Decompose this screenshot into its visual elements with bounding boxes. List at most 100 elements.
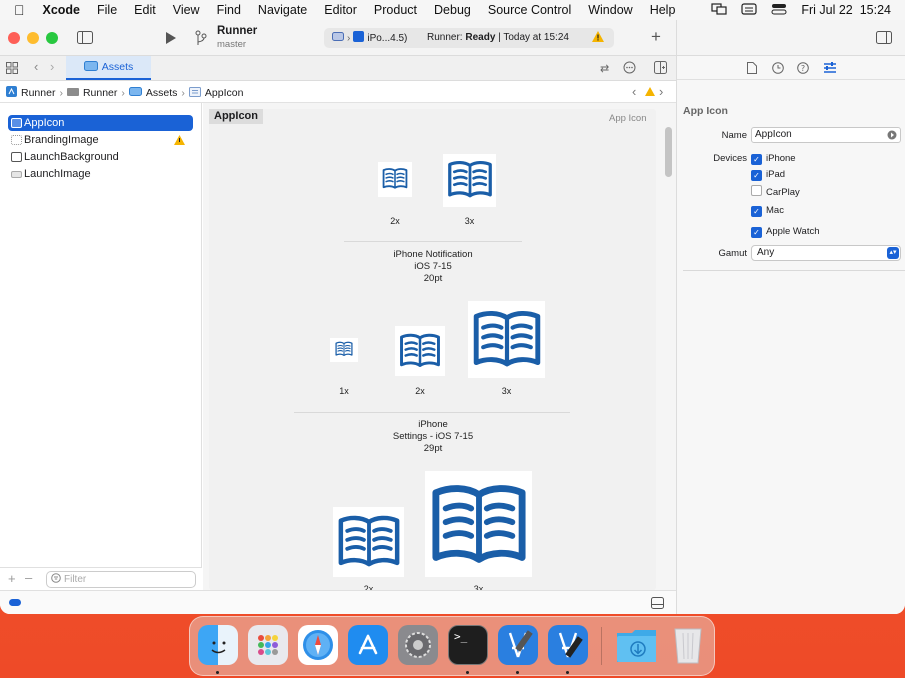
- close-window-button[interactable]: [8, 32, 20, 44]
- menu-help[interactable]: Help: [650, 3, 676, 17]
- inspector-toolbar: [676, 20, 905, 56]
- menu-window[interactable]: Window: [588, 3, 632, 17]
- name-field[interactable]: AppIcon: [751, 127, 901, 143]
- crumb-project[interactable]: Runner: [21, 87, 55, 99]
- history-inspector-icon[interactable]: [772, 62, 784, 77]
- menu-find[interactable]: Find: [217, 3, 241, 17]
- dock: >_: [189, 616, 715, 676]
- menu-navigate[interactable]: Navigate: [258, 3, 307, 17]
- xcode-beta-icon[interactable]: [548, 625, 588, 665]
- asset-item-launchbackground[interactable]: LaunchBackground: [8, 149, 193, 165]
- appicon-set-icon: [188, 86, 201, 100]
- trash-icon[interactable]: [668, 625, 708, 665]
- apple-menu-icon[interactable]: : [14, 2, 25, 18]
- destination-selector[interactable]: › iPo...4.5): [332, 31, 407, 45]
- minimize-window-button[interactable]: [27, 32, 39, 44]
- terminal-icon[interactable]: >_: [448, 625, 488, 665]
- menu-file[interactable]: File: [97, 3, 117, 17]
- file-inspector-icon[interactable]: [747, 62, 757, 77]
- vertical-scrollbar[interactable]: [665, 127, 672, 177]
- menu-view[interactable]: View: [173, 3, 200, 17]
- adjust-editor-icon[interactable]: ⇄: [600, 62, 609, 75]
- downloads-folder-icon[interactable]: [616, 625, 656, 665]
- checkmark-icon: ✓: [751, 227, 762, 238]
- unchecked-box-icon: [751, 185, 762, 196]
- tab-assets[interactable]: Assets: [66, 56, 151, 80]
- sidebar-toggle-icon[interactable]: [77, 31, 93, 47]
- device-checkbox-ipad[interactable]: ✓ iPad: [751, 169, 785, 181]
- next-issue-icon[interactable]: ›: [659, 84, 663, 99]
- attributes-inspector-icon[interactable]: [823, 61, 837, 77]
- app-store-icon[interactable]: [348, 625, 388, 665]
- icon-slot-settings-1x[interactable]: [330, 338, 358, 362]
- menu-app-name[interactable]: Xcode: [43, 3, 81, 17]
- asset-item-appicon[interactable]: AppIcon: [8, 115, 193, 131]
- menu-edit[interactable]: Edit: [134, 3, 156, 17]
- help-inspector-icon[interactable]: ?: [797, 62, 809, 77]
- icon-slot-notification-3x[interactable]: [443, 154, 496, 207]
- issue-warning-icon[interactable]: [645, 87, 655, 99]
- control-center-icon[interactable]: [771, 3, 787, 18]
- safari-icon[interactable]: [298, 625, 338, 665]
- navigator-filter-bar: + – Filter: [0, 567, 202, 590]
- status-prefix: Runner:: [427, 32, 466, 43]
- xcode-icon[interactable]: [498, 625, 538, 665]
- forward-icon[interactable]: ›: [50, 59, 54, 74]
- more-options-icon[interactable]: [623, 61, 636, 77]
- system-preferences-icon[interactable]: [398, 625, 438, 665]
- menu-source-control[interactable]: Source Control: [488, 3, 571, 17]
- asset-item-label: BrandingImage: [24, 134, 99, 146]
- asset-item-launchimage[interactable]: LaunchImage: [8, 166, 193, 182]
- name-label: Name: [721, 130, 747, 141]
- set-type-label: App Icon: [609, 113, 647, 124]
- screen-mirroring-icon[interactable]: [711, 2, 727, 18]
- zoom-window-button[interactable]: [46, 32, 58, 44]
- related-items-icon[interactable]: [6, 62, 18, 77]
- prev-issue-icon[interactable]: ‹: [632, 84, 636, 99]
- back-icon[interactable]: ‹: [34, 59, 38, 74]
- popup-chevrons-icon: ▴▾: [887, 247, 899, 259]
- group-device: iPhone: [418, 419, 448, 430]
- icon-slot-settings-2x[interactable]: [395, 326, 445, 376]
- appicon-asset-icon: [11, 118, 22, 128]
- icon-slot-spotlight-2x[interactable]: [333, 507, 404, 577]
- menu-editor[interactable]: Editor: [324, 3, 357, 17]
- warning-icon[interactable]: [592, 31, 604, 45]
- group-divider: [294, 412, 570, 413]
- finder-icon[interactable]: [198, 625, 238, 665]
- icon-slot-spotlight-3x[interactable]: [425, 471, 532, 577]
- remove-asset-icon[interactable]: –: [25, 570, 32, 585]
- filter-field[interactable]: Filter: [46, 571, 196, 588]
- device-checkbox-mac[interactable]: ✓ Mac: [751, 205, 784, 217]
- crumb-folder[interactable]: Runner: [83, 87, 117, 99]
- run-button[interactable]: [165, 31, 177, 48]
- add-asset-icon[interactable]: +: [8, 571, 16, 586]
- keyboard-icon[interactable]: [741, 2, 757, 18]
- scheme-name[interactable]: Runner: [217, 25, 257, 37]
- breakpoints-toggle-icon[interactable]: [9, 599, 21, 606]
- icon-slot-notification-2x[interactable]: [378, 162, 412, 197]
- device-checkbox-carplay[interactable]: CarPlay: [751, 185, 800, 198]
- gamut-popup[interactable]: Any ▴▾: [751, 245, 901, 261]
- inspector-toggle-icon[interactable]: [876, 31, 892, 47]
- app-icon-image: [447, 159, 493, 201]
- device-checkbox-apple-watch[interactable]: ✓ Apple Watch: [751, 226, 820, 238]
- split-editor-icon[interactable]: [654, 61, 667, 77]
- name-field-menu-icon[interactable]: [887, 130, 897, 145]
- menu-product[interactable]: Product: [374, 3, 417, 17]
- clock[interactable]: Fri Jul 22 15:24: [801, 3, 891, 17]
- folder-icon: [66, 87, 79, 99]
- add-library-icon[interactable]: +: [651, 27, 661, 47]
- gamut-label: Gamut: [718, 248, 747, 259]
- filter-placeholder: Filter: [64, 574, 87, 585]
- menu-debug[interactable]: Debug: [434, 3, 471, 17]
- device-checkbox-iphone[interactable]: ✓ iPhone: [751, 153, 796, 165]
- icon-slot-settings-3x[interactable]: [468, 301, 545, 378]
- crumb-appicon[interactable]: AppIcon: [205, 87, 244, 99]
- svg-text:?: ?: [801, 64, 805, 73]
- crumb-assets[interactable]: Assets: [146, 87, 178, 99]
- launchpad-icon[interactable]: [248, 625, 288, 665]
- hide-debug-area-icon[interactable]: [651, 597, 664, 612]
- device-label: iPad: [766, 169, 786, 180]
- asset-item-brandingimage[interactable]: BrandingImage: [8, 132, 193, 148]
